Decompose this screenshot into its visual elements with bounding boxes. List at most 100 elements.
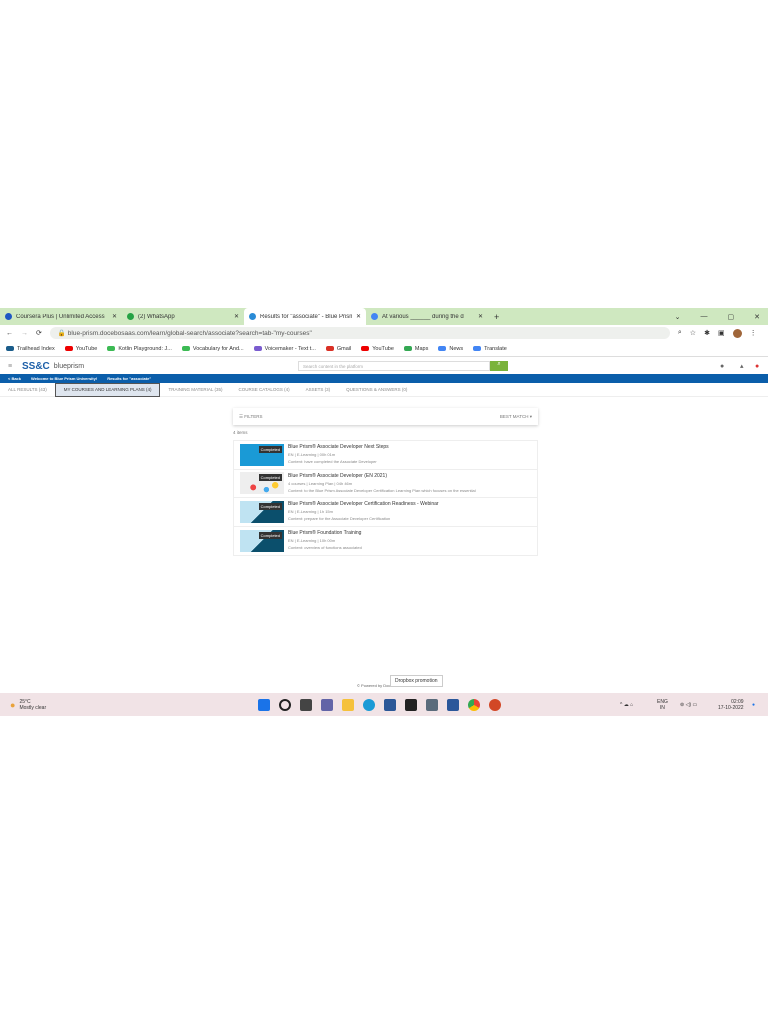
extensions-icon[interactable]: ✱: [704, 329, 710, 337]
whatsapp-icon: [127, 313, 134, 320]
brand: blueprism: [53, 362, 85, 370]
sort-dropdown[interactable]: BEST MATCH ▾: [500, 414, 532, 420]
edge-icon[interactable]: [363, 698, 375, 711]
bookmark[interactable]: Translate: [473, 346, 507, 352]
notifications-icon[interactable]: ●: [755, 363, 759, 370]
news-icon: [438, 346, 447, 351]
search-icon[interactable]: [279, 698, 291, 711]
close-icon[interactable]: ✕: [112, 313, 117, 320]
network-volume-battery-icons[interactable]: ⊚ ◁) ▭: [680, 702, 697, 708]
bookmark[interactable]: Gmail: [325, 346, 351, 352]
tab-all-results[interactable]: ALL RESULTS (43): [0, 383, 55, 397]
course-meta: EN | E-Learning | 1h 15m: [288, 509, 333, 515]
list-item[interactable]: Completed Blue Prism® Foundation Training…: [234, 527, 537, 556]
bookmark[interactable]: Kotlin Playground: J...: [107, 346, 172, 352]
new-tab-button[interactable]: +: [494, 312, 499, 322]
reload-icon[interactable]: ⟳: [36, 329, 42, 337]
sidepanel-icon[interactable]: ▣: [718, 329, 725, 337]
bookmark[interactable]: YouTube: [361, 346, 394, 352]
taskbar: ● 25°C Mostly clear ^ ☁ ⌂ ENG IN ⊚ ◁) ▭ 02…: [0, 693, 768, 716]
bookmark[interactable]: Trailhead Index: [6, 346, 55, 352]
back-link[interactable]: < Back: [8, 376, 21, 381]
tab-training-material[interactable]: TRAINING MATERIAL (35): [160, 383, 230, 397]
course-meta: 4 courses | Learning Plan | 04h 46m: [288, 480, 353, 486]
chevron-down-icon: ▾: [529, 413, 532, 419]
help-icon[interactable]: ●: [720, 363, 724, 370]
coursera-icon: [5, 313, 12, 320]
filters-button[interactable]: ☰ FILTERS: [239, 414, 262, 420]
tab-search-icon[interactable]: ⌄: [675, 313, 681, 321]
language-indicator[interactable]: ENG IN: [657, 699, 668, 711]
tab-whatsapp[interactable]: (2) WhatsApp ✕: [122, 309, 244, 324]
avatar[interactable]: [732, 328, 742, 338]
tab-strip: Coursera Plus | Unlimited Access ✕ (2) Wh…: [0, 308, 768, 325]
course-content: Content: have completed the Associate De…: [288, 459, 377, 465]
close-icon[interactable]: ✕: [356, 313, 361, 320]
lock-icon: 🔒: [57, 330, 68, 337]
tab-my-courses[interactable]: MY COURSES AND LEARNING PLANS (4): [54, 382, 161, 397]
list-item[interactable]: Completed Blue Prism® Associate Developer…: [234, 441, 537, 470]
bookmarks-bar: Trailhead Index YouTube Kotlin Playgroun…: [0, 341, 768, 357]
tooltip: Dropbox promotion: [390, 675, 443, 687]
course-meta: EN | E-Learning | 00h 01m: [288, 452, 336, 458]
bookmark[interactable]: News: [438, 346, 463, 352]
tab-questions[interactable]: QUESTIONS & ANSWERS (0): [338, 383, 415, 397]
close-icon[interactable]: ✕: [234, 313, 239, 320]
tab-coursera[interactable]: Coursera Plus | Unlimited Access ✕: [0, 309, 122, 324]
list-item[interactable]: Completed Blue Prism® Associate Developer…: [234, 470, 537, 498]
tab-blueprism[interactable]: Results for "associate" - Blue Prism ✕: [244, 308, 366, 325]
close-icon[interactable]: ✕: [478, 313, 483, 320]
minimize-icon[interactable]: —: [701, 313, 708, 321]
tray-icons[interactable]: ^ ☁ ⌂: [620, 702, 633, 708]
star-icon[interactable]: ☆: [690, 329, 696, 337]
bookmark[interactable]: Vocabulary for And...: [181, 346, 244, 352]
tab-course-catalogs[interactable]: COURSE CATALOGS (4): [230, 383, 297, 397]
dropbox-icon[interactable]: [405, 698, 417, 711]
start-icon[interactable]: [258, 698, 270, 711]
filters-bar: ☰ FILTERS BEST MATCH ▾: [233, 408, 538, 425]
zoom-icon[interactable]: ⌕: [678, 329, 682, 337]
bookmark[interactable]: YouTube: [64, 346, 97, 352]
maps-icon: [403, 346, 412, 351]
maximize-icon[interactable]: ▢: [728, 313, 735, 321]
back-icon[interactable]: ←: [6, 330, 13, 337]
breadcrumb-home[interactable]: Welcome to Blue Prism University!: [31, 376, 97, 381]
bell-icon[interactable]: ▴: [740, 362, 744, 370]
tab-google[interactable]: At various ______ during the d ✕: [366, 309, 488, 324]
youtube-icon: [361, 346, 370, 351]
search-input[interactable]: Search content in the platform: [298, 361, 490, 371]
result-tabs: ALL RESULTS (43) MY COURSES AND LEARNING…: [0, 382, 768, 397]
list-item[interactable]: Completed Blue Prism® Associate Developer…: [234, 498, 537, 527]
app-header: ≡ SS&C blueprism Search content in the p…: [0, 358, 768, 374]
search-button[interactable]: ⌕: [490, 361, 508, 371]
bookmark[interactable]: Voicemaker - Text t...: [253, 346, 316, 352]
course-content: Content: prepare for the Associate Devel…: [288, 516, 391, 522]
clock[interactable]: 02:09 17-10-2022: [718, 699, 744, 711]
word-icon[interactable]: [447, 698, 459, 711]
bookmark-icon: [181, 346, 190, 351]
file-explorer-icon[interactable]: [342, 698, 354, 711]
forward-icon[interactable]: →: [21, 330, 28, 337]
app-icon[interactable]: [426, 698, 438, 711]
menu-icon[interactable]: ⋮: [750, 329, 757, 337]
task-view-icon[interactable]: [300, 698, 312, 711]
chrome-icon[interactable]: [468, 698, 480, 711]
notification-icon[interactable]: ●: [752, 702, 755, 708]
teams-chat-icon[interactable]: [321, 698, 333, 711]
course-content: Content: overview of functions associate…: [288, 545, 362, 551]
url-input[interactable]: 🔒 blue-prism.docebosaas.com/learn/global…: [49, 327, 670, 339]
course-title: Blue Prism® Associate Developer Certific…: [288, 501, 439, 508]
course-thumbnail: Completed: [240, 443, 284, 466]
window-close-icon[interactable]: ✕: [754, 313, 760, 321]
tab-assets[interactable]: ASSETS (3): [298, 383, 339, 397]
browser-screenshot: Coursera Plus | Unlimited Access ✕ (2) Wh…: [0, 308, 768, 716]
powerpoint-icon[interactable]: [489, 698, 501, 711]
result-count: 4 items: [233, 430, 248, 435]
weather-widget[interactable]: 25°C Mostly clear: [19, 699, 46, 711]
course-thumbnail: Completed: [240, 529, 284, 552]
store-icon[interactable]: [384, 698, 396, 711]
hamburger-icon[interactable]: ≡: [8, 363, 12, 370]
completed-badge: Completed: [258, 445, 282, 453]
bookmark[interactable]: Maps: [403, 346, 428, 352]
course-meta: EN | E-Learning | 10h 00m: [288, 538, 336, 544]
